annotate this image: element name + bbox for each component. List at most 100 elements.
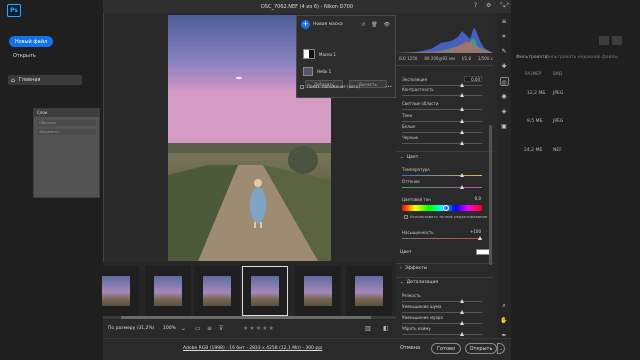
done-button[interactable]: Готово — [431, 343, 461, 354]
effects-section-header[interactable]: › Эффекты — [400, 266, 490, 271]
table-cell: JPEG — [553, 91, 564, 96]
table-cell: 12,2 МБ — [527, 91, 546, 96]
hue-bar[interactable] — [402, 205, 482, 211]
crop-icon[interactable]: ⌗ — [500, 32, 509, 41]
filmstrip-icon[interactable]: ▭ — [195, 325, 201, 332]
workflow-options-link[interactable]: Adobe RGB (1998) - 16 бит - 2833 x 4258 … — [183, 346, 322, 351]
slider-label: Цветовой тон — [402, 197, 431, 202]
film-thumbnail[interactable] — [93, 266, 139, 316]
slider-label: Убрать кайму — [402, 326, 431, 331]
section-title: Эффекты — [404, 266, 428, 271]
brush-icon[interactable]: ✎ — [500, 47, 509, 56]
slider-label: Тени — [402, 113, 413, 118]
sidebar-item-label: Главная — [18, 77, 41, 83]
add-mask-icon[interactable]: + — [301, 20, 310, 29]
film-thumbnail[interactable] — [346, 266, 392, 316]
slider-value[interactable]: 0,0 — [464, 196, 482, 202]
slider-label: Контрастность — [402, 87, 434, 92]
fine-adjust-label: Использовать точное редактирование — [410, 214, 488, 219]
open-link[interactable]: Открыть — [13, 53, 36, 59]
filmstrip — [93, 262, 396, 320]
column-type: ВИД — [553, 71, 562, 76]
histogram — [396, 27, 493, 53]
mask-icon[interactable]: ◎ — [499, 77, 509, 86]
snapshots-icon[interactable]: ▣ — [500, 122, 509, 131]
presets-icon[interactable]: ◈ — [500, 107, 509, 116]
zoom-percent[interactable]: 100% — [163, 326, 176, 331]
sky-component[interactable]: Небо 1 — [299, 66, 395, 76]
blend-mode-select[interactable]: Обычные — [37, 120, 96, 126]
divider — [396, 263, 493, 264]
reset-icon[interactable]: ↺ — [361, 22, 365, 28]
section-title: Детализация — [406, 280, 439, 285]
more-icon[interactable]: ••• — [385, 84, 392, 89]
table-cell: NEF — [553, 148, 562, 153]
film-thumbnail[interactable] — [145, 266, 191, 316]
list-view-icon[interactable] — [599, 36, 609, 45]
gear-icon[interactable]: ⚙ — [486, 2, 491, 9]
hue-picker-knob[interactable] — [443, 205, 449, 211]
layers-panel-title: Слои — [34, 109, 99, 117]
open-button[interactable]: Открыть — [465, 343, 497, 354]
slider-label: Белые — [402, 124, 416, 129]
redeye-icon[interactable]: ◉ — [500, 92, 509, 101]
detail-section-header[interactable]: ⌄ Детализация — [400, 280, 490, 285]
new-file-button[interactable]: Новый файл — [9, 36, 53, 47]
grid-view-icon[interactable] — [612, 36, 622, 45]
lock-row: Закрепить: — [37, 129, 96, 135]
edit-icon[interactable]: ≡ — [500, 17, 509, 26]
delete-icon[interactable]: 🗑 — [371, 22, 377, 28]
cancel-button[interactable]: Отмена — [400, 345, 420, 351]
filter-input[interactable]: Фильтровать недавние файлы — [545, 55, 618, 60]
help-icon[interactable]: ? — [474, 2, 477, 9]
slider-value[interactable]: 0,00 — [464, 76, 482, 82]
status-bar: По размеру (31,2%) 100% ⌄ ▭ ≡ ⊽ ★★★★★ ▥ … — [103, 320, 396, 338]
divider — [396, 151, 493, 152]
film-thumbnail-selected[interactable] — [242, 266, 288, 316]
zoom-icon[interactable]: ⌕ — [500, 301, 509, 310]
sidebar-item-home[interactable]: ⌂ Главная — [8, 75, 82, 85]
zoom-select[interactable]: По размеру (31,2%) — [108, 326, 155, 331]
chevron-down-icon[interactable]: ⌄ — [181, 325, 186, 332]
film-thumbnail[interactable] — [194, 266, 240, 316]
film-thumbnail[interactable] — [295, 266, 341, 316]
panel-scrollbar[interactable] — [489, 125, 492, 265]
chevron-down-icon: ⌄ — [400, 155, 404, 160]
checkbox[interactable] — [300, 84, 304, 89]
slider-value[interactable]: +100 — [464, 229, 482, 235]
expand-icon[interactable]: ⤡ — [500, 2, 505, 10]
chevron-down-icon: ⌄ — [400, 280, 404, 285]
filter-icon[interactable]: ⊽ — [219, 325, 223, 332]
show-overlay-toggle[interactable]: Показ. наложение (авто) ••• — [300, 84, 392, 89]
aperture-value: f/2,8 — [461, 56, 471, 61]
heal-icon[interactable]: ✚ — [500, 62, 509, 71]
layers-panel: Слои Обычные Закрепить: — [33, 108, 100, 198]
mask-list-item[interactable]: Маска 1 — [299, 48, 395, 60]
sky-thumbnail — [303, 66, 313, 76]
divider — [396, 65, 493, 66]
compare-icon[interactable]: ▥ — [365, 325, 371, 332]
table-cell: 9,5 МБ — [527, 119, 543, 124]
eye-icon[interactable]: 👁 — [384, 22, 390, 28]
color-row-label: Цвет — [400, 249, 412, 255]
slider-label: Черные — [402, 135, 418, 140]
color-swatch[interactable] — [476, 249, 490, 255]
filter-label: Фильтровать — [516, 55, 548, 60]
chevron-down-icon[interactable]: ⌄ — [497, 343, 505, 354]
sort-icon[interactable]: ≡ — [207, 325, 212, 332]
color-swatch-row[interactable]: Цвет — [400, 249, 490, 255]
photoshop-logo: Ps — [7, 4, 21, 17]
fine-adjust-checkbox[interactable]: Использовать точное редактирование — [404, 214, 487, 219]
slider-label: Уменьшение шума — [402, 304, 442, 309]
column-size: РАЗМЕР — [525, 71, 542, 76]
rating-stars[interactable]: ★★★★★ — [243, 325, 275, 332]
hand-icon[interactable]: ✋ — [500, 316, 509, 325]
slider-label: Температура — [402, 167, 430, 172]
divider — [396, 277, 493, 278]
filmstrip-scrollbar[interactable] — [103, 316, 396, 319]
view-toggle[interactable] — [599, 36, 622, 45]
before-after-icon[interactable]: ◧ — [383, 325, 389, 332]
sky-name: Небо 1 — [317, 68, 332, 74]
iso-value: ISO 1250 — [399, 56, 418, 61]
color-section-header[interactable]: ⌄ Цвет — [400, 155, 490, 160]
